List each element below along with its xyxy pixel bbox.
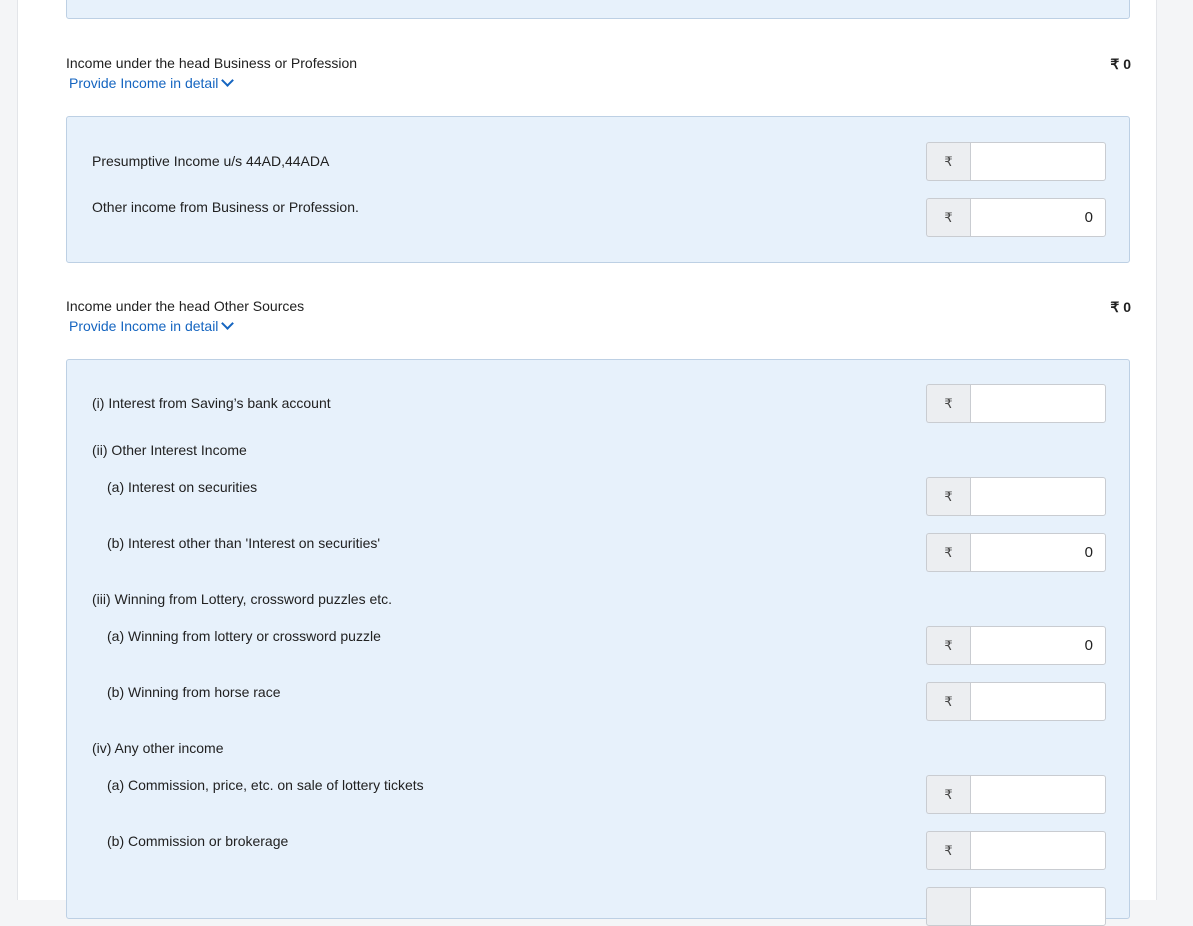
interest-other-input[interactable] (970, 533, 1106, 572)
business-income-title: Income under the head Business or Profes… (66, 55, 358, 71)
interest-securities-label: (a) Interest on securities (107, 479, 258, 495)
presumptive-income-field: ₹ (926, 142, 1106, 181)
interest-securities-input[interactable] (970, 477, 1106, 516)
any-other-income-heading: (iv) Any other income (92, 740, 224, 756)
rupee-icon: ₹ (926, 198, 970, 237)
business-income-panel (66, 116, 1130, 263)
interest-securities-field: ₹ (926, 477, 1106, 516)
lottery-commission-label: (a) Commission, price, etc. on sale of l… (107, 777, 424, 793)
business-detail-link-label: Provide Income in detail (69, 75, 219, 91)
next-income-input[interactable] (970, 887, 1106, 926)
business-income-amount: ₹ 0 (1110, 56, 1131, 72)
other-sources-detail-toggle[interactable]: Provide Income in detail (69, 317, 235, 334)
horse-race-input[interactable] (970, 682, 1106, 721)
next-income-field (926, 887, 1106, 926)
winnings-heading: (iii) Winning from Lottery, crossword pu… (92, 591, 393, 607)
presumptive-income-input[interactable] (970, 142, 1106, 181)
other-interest-heading: (ii) Other Interest Income (92, 442, 247, 458)
brokerage-input[interactable] (970, 831, 1106, 870)
other-sources-detail-link-label: Provide Income in detail (69, 318, 219, 334)
brokerage-label: (b) Commission or brokerage (107, 833, 289, 849)
presumptive-income-label: Presumptive Income u/s 44AD,44ADA (92, 153, 330, 169)
savings-interest-label: (i) Interest from Saving’s bank account (92, 395, 331, 411)
rupee-icon: ₹ (926, 626, 970, 665)
rupee-icon: ₹ (926, 775, 970, 814)
rupee-icon (926, 887, 970, 926)
horse-race-field: ₹ (926, 682, 1106, 721)
chevron-down-icon (221, 74, 235, 87)
lottery-commission-field: ₹ (926, 775, 1106, 814)
lottery-winnings-field: ₹ (926, 626, 1106, 665)
lottery-commission-input[interactable] (970, 775, 1106, 814)
rupee-icon: ₹ (926, 682, 970, 721)
horse-race-label: (b) Winning from horse race (107, 684, 281, 700)
rupee-icon: ₹ (926, 831, 970, 870)
rupee-icon: ₹ (926, 142, 970, 181)
previous-section-panel (66, 0, 1130, 19)
chevron-down-icon (221, 317, 235, 330)
lottery-winnings-label: (a) Winning from lottery or crossword pu… (107, 628, 381, 644)
rupee-icon: ₹ (926, 477, 970, 516)
other-business-income-label: Other income from Business or Profession… (92, 199, 359, 215)
other-sources-title: Income under the head Other Sources (66, 298, 305, 314)
rupee-icon: ₹ (926, 384, 970, 423)
business-detail-toggle[interactable]: Provide Income in detail (69, 74, 235, 91)
savings-interest-field: ₹ (926, 384, 1106, 423)
rupee-icon: ₹ (926, 533, 970, 572)
lottery-winnings-input[interactable] (970, 626, 1106, 665)
interest-other-label: (b) Interest other than 'Interest on sec… (107, 535, 381, 551)
interest-other-field: ₹ (926, 533, 1106, 572)
other-business-income-input[interactable] (970, 198, 1106, 237)
other-business-income-field: ₹ (926, 198, 1106, 237)
other-sources-amount: ₹ 0 (1110, 299, 1131, 315)
savings-interest-input[interactable] (970, 384, 1106, 423)
brokerage-field: ₹ (926, 831, 1106, 870)
